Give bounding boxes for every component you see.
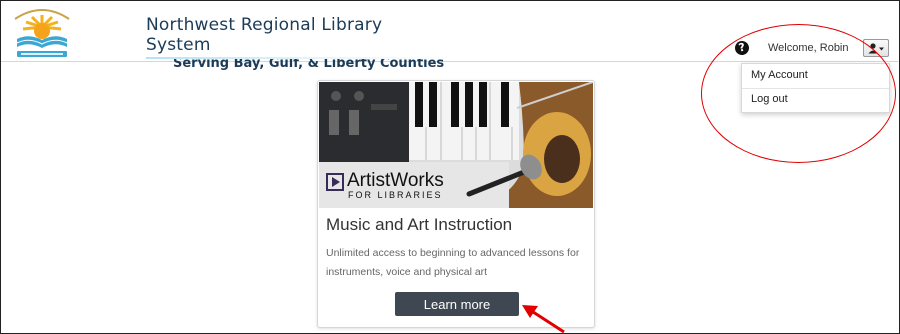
banner-brand-sub: FOR LIBRARIES: [348, 190, 443, 200]
org-branding: Northwest Regional Library System Servin…: [146, 15, 446, 72]
red-arrow-icon: [522, 305, 565, 334]
artistworks-banner-image[interactable]: ArtistWorks FOR LIBRARIES: [319, 82, 593, 208]
org-title: Northwest Regional Library System: [146, 15, 383, 55]
org-underline: [146, 57, 446, 59]
card-title: Music and Art Instruction: [326, 215, 513, 234]
card-description: Unlimited access to beginning to advance…: [326, 247, 580, 278]
resource-card: ArtistWorks FOR LIBRARIES Music and Art …: [317, 80, 595, 328]
highlight-ellipse: [701, 24, 896, 163]
banner-brand: ArtistWorks: [347, 170, 444, 191]
library-sun-logo-icon[interactable]: [7, 7, 77, 59]
learn-more-button[interactable]: Learn more: [395, 292, 519, 316]
